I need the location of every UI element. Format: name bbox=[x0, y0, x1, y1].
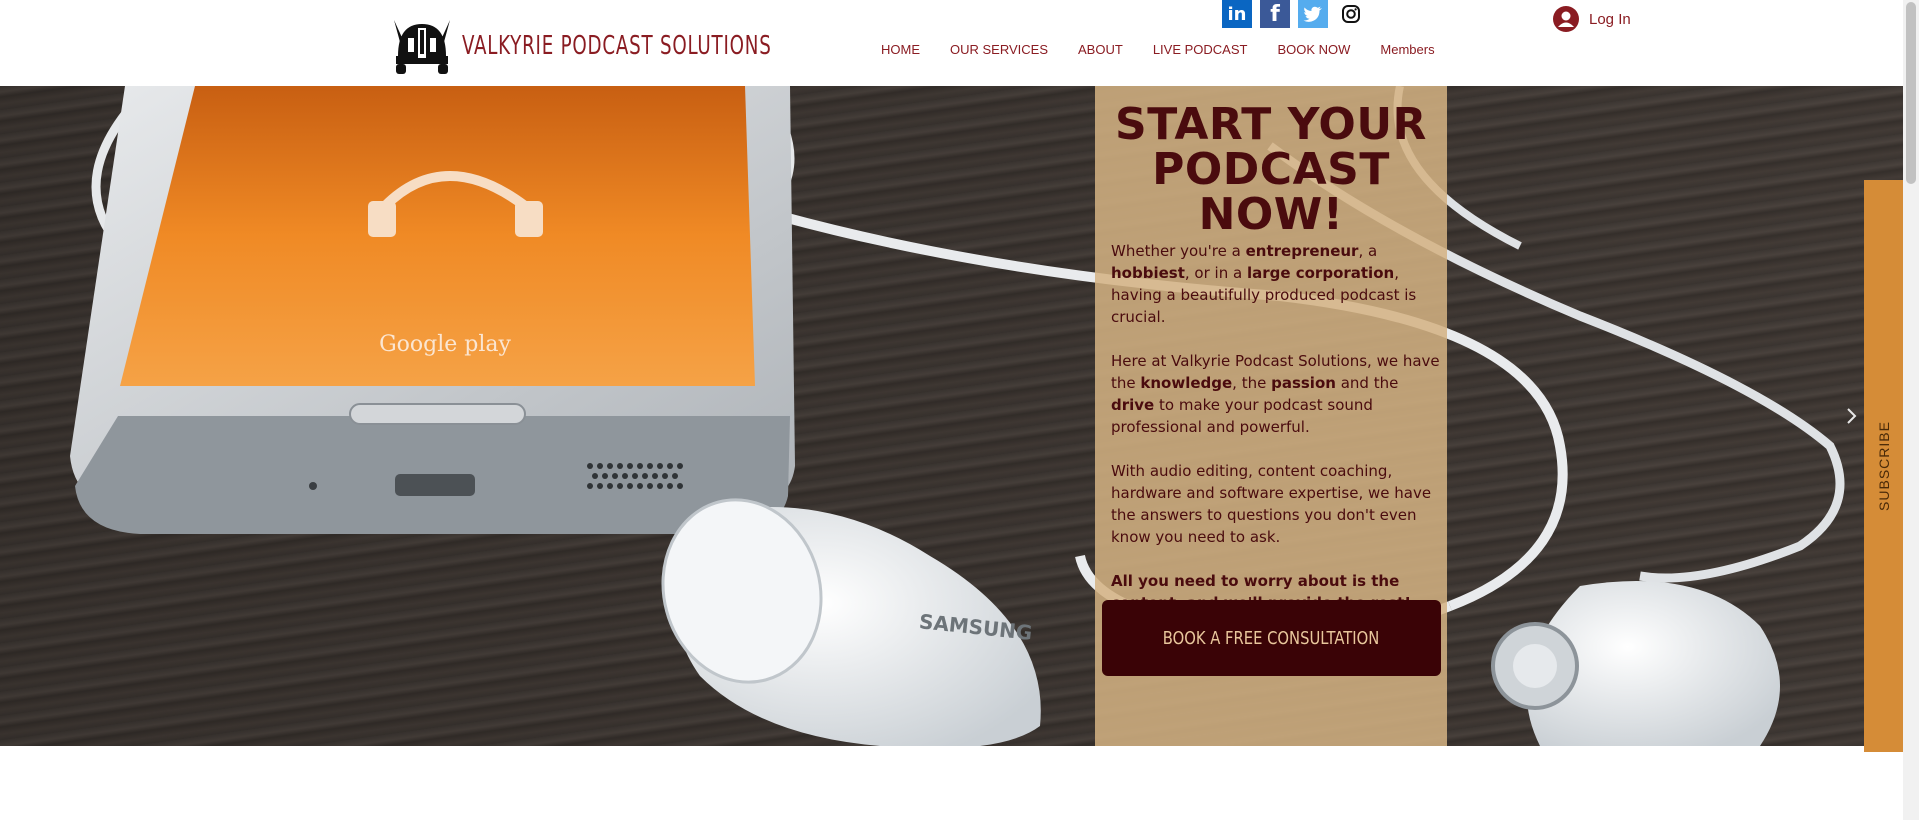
about-paragraph: Here at Valkyrie Podcast Solutions, we h… bbox=[1111, 350, 1441, 438]
text-span: and the bbox=[1335, 374, 1399, 392]
hero-title-line: PODCAST bbox=[1152, 144, 1390, 195]
hero-section: Google play SAMSUNG bbox=[0, 86, 1903, 746]
bold-span: large corporation bbox=[1246, 264, 1395, 282]
subscribe-tab[interactable]: SUBSCRIBE bbox=[1864, 180, 1903, 752]
nav-item-members[interactable]: Members bbox=[1365, 42, 1449, 57]
twitter-icon[interactable] bbox=[1298, 0, 1328, 28]
intro-paragraph: Whether you're a entrepreneur, a hobbies… bbox=[1111, 240, 1441, 328]
chevron-right-icon[interactable] bbox=[1843, 405, 1861, 427]
hero-title: START YOUR PODCAST NOW! bbox=[1095, 102, 1447, 237]
main-nav: HOME OUR SERVICES ABOUT LIVE PODCAST BOO… bbox=[866, 42, 1450, 57]
site-header: VALKYRIE PODCAST SOLUTIONS in f Log In H… bbox=[0, 0, 1919, 86]
bold-span: passion bbox=[1271, 374, 1336, 392]
nav-item-our-services[interactable]: OUR SERVICES bbox=[935, 42, 1063, 57]
services-paragraph: With audio editing, content coaching, ha… bbox=[1111, 462, 1432, 546]
text-span: , the bbox=[1232, 374, 1272, 392]
facebook-icon[interactable]: f bbox=[1260, 0, 1290, 28]
bold-span: hobbiest bbox=[1111, 264, 1185, 282]
bold-span: knowledge bbox=[1140, 374, 1233, 392]
bold-span: entrepreneur bbox=[1245, 242, 1359, 260]
hero-content-panel: START YOUR PODCAST NOW! Whether you're a… bbox=[1095, 86, 1447, 746]
user-avatar-icon bbox=[1553, 6, 1579, 32]
linkedin-icon[interactable]: in bbox=[1222, 0, 1252, 28]
hero-description: Whether you're a entrepreneur, a hobbies… bbox=[1111, 240, 1441, 636]
book-consultation-button[interactable]: BOOK A FREE CONSULTATION bbox=[1102, 600, 1441, 676]
nav-item-home[interactable]: HOME bbox=[866, 42, 935, 57]
page-scrollbar[interactable] bbox=[1903, 0, 1919, 820]
nav-item-book-now[interactable]: BOOK NOW bbox=[1262, 42, 1365, 57]
hero-background-image: Google play SAMSUNG bbox=[0, 86, 1903, 746]
book-consultation-label: BOOK A FREE CONSULTATION bbox=[1163, 627, 1380, 649]
login-label: Log In bbox=[1589, 10, 1631, 28]
scrollbar-thumb[interactable] bbox=[1906, 2, 1916, 184]
login-button[interactable]: Log In bbox=[1553, 6, 1631, 32]
text-span: , or in a bbox=[1184, 264, 1247, 282]
hero-title-line: NOW! bbox=[1198, 189, 1344, 240]
bold-span: drive bbox=[1111, 396, 1155, 414]
text-span: Whether you're a bbox=[1111, 242, 1246, 260]
phone-screen-label: Google play bbox=[379, 332, 511, 357]
viking-helmet-logo-icon[interactable] bbox=[388, 16, 456, 76]
text-span: , a bbox=[1358, 242, 1378, 260]
social-bar: in f bbox=[1222, 0, 1366, 28]
brand-name[interactable]: VALKYRIE PODCAST SOLUTIONS bbox=[462, 31, 772, 61]
hero-title-line: START YOUR bbox=[1115, 99, 1427, 150]
instagram-icon[interactable] bbox=[1336, 0, 1366, 28]
subscribe-label: SUBSCRIBE bbox=[1875, 421, 1892, 511]
nav-item-live-podcast[interactable]: LIVE PODCAST bbox=[1138, 42, 1263, 57]
nav-item-about[interactable]: ABOUT bbox=[1063, 42, 1138, 57]
